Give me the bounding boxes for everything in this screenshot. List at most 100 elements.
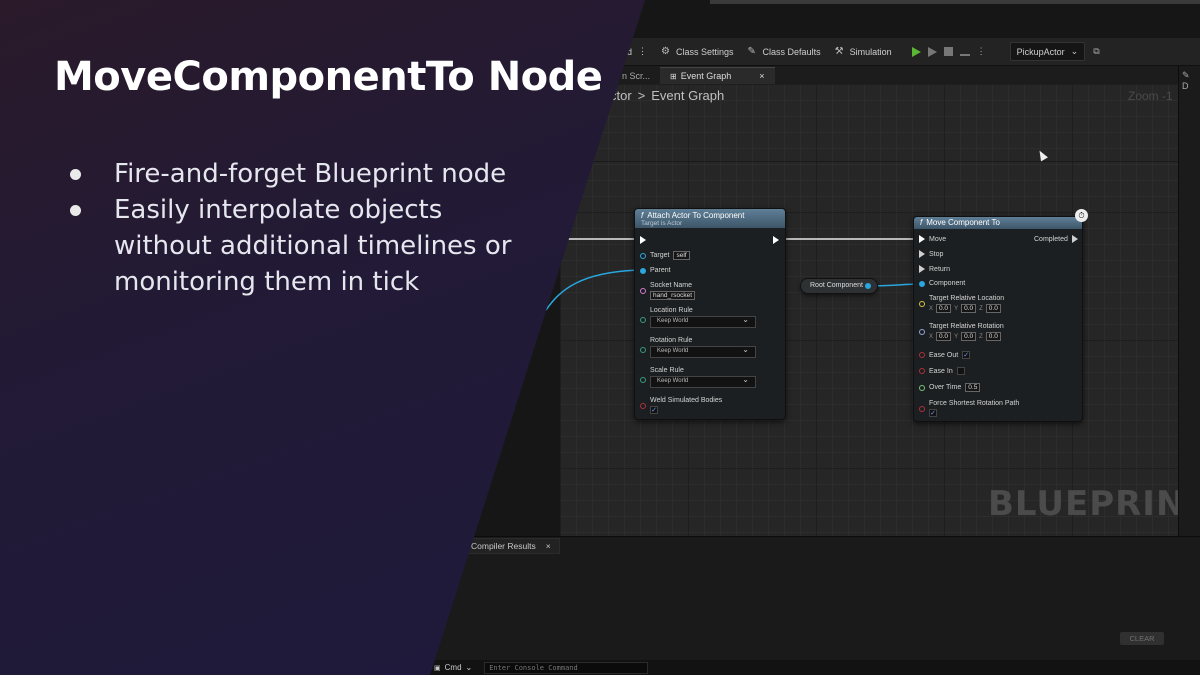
location-pin[interactable] (919, 301, 925, 307)
step-icon[interactable] (927, 46, 937, 57)
attach-actor-node[interactable]: f Attach Actor To Component Target is Act… (634, 208, 786, 420)
attach-node-title: Attach Actor To Component (647, 211, 745, 220)
over-time-label: Over Time (929, 384, 962, 391)
over-time-pin[interactable] (919, 384, 925, 391)
ease-out-checkbox[interactable]: ✓ (962, 351, 971, 359)
tab-construction-script[interactable]: n Scr... (612, 68, 660, 84)
return-label: Return (929, 265, 951, 273)
location-rule-dropdown[interactable]: Keep World (650, 315, 756, 328)
ease-out-pin[interactable] (919, 352, 925, 358)
toolbar-partial-item[interactable]: ed ⋮ (622, 46, 647, 57)
force-shortest-label: Force Shortest Rotation Path (929, 400, 1020, 407)
socket-value[interactable]: hand_rsocket (650, 291, 696, 300)
simulation-label: Simulation (849, 46, 892, 57)
component-pin[interactable] (919, 280, 925, 287)
y-axis-label: Y (954, 333, 959, 340)
play-options-icon[interactable]: ⋮ (977, 46, 986, 57)
compiler-results-panel (430, 536, 1200, 660)
x-axis-label: X (929, 333, 934, 340)
breadcrumb-separator: > (637, 88, 646, 103)
exec-in-pin[interactable] (640, 236, 646, 244)
chevron-down-icon: ⌄ (1070, 46, 1079, 56)
force-shortest-checkbox[interactable]: ✓ (929, 409, 937, 417)
class-settings-button[interactable]: ⚙ Class Settings (661, 46, 734, 57)
console-bar: ▣ Cmd ⌄ (430, 660, 1200, 675)
move-component-node[interactable]: f Move Component To Move Completed Stop R… (913, 216, 1083, 422)
stop-exec-pin[interactable] (919, 250, 925, 258)
gear-icon: ⚙ (661, 46, 670, 57)
rotation-rule-dropdown[interactable]: Keep World (650, 345, 756, 358)
socket-pin[interactable] (640, 288, 646, 294)
debug-actor-select[interactable]: PickupActor ⌄ (1009, 42, 1086, 61)
console-command-input[interactable] (484, 661, 649, 674)
scale-rule-pin[interactable] (640, 377, 646, 383)
rot-z-field[interactable]: 0.0 (985, 332, 1001, 341)
class-defaults-button[interactable]: ✎ Class Defaults (748, 46, 821, 57)
tab-construction-label: n Scr... (622, 71, 651, 81)
browse-icon[interactable]: ⧉ (1093, 46, 1099, 57)
force-shortest-pin[interactable] (919, 406, 925, 412)
rotation-rule-pin[interactable] (640, 347, 646, 353)
attach-node-subtitle: Target is Actor (641, 220, 683, 227)
z-axis-label: Z (979, 333, 983, 340)
more-icon[interactable]: ⋮ (638, 46, 647, 57)
location-rule-pin[interactable] (640, 317, 646, 323)
weld-pin[interactable] (640, 403, 646, 409)
tab-event-graph[interactable]: ⊞ Event Graph × (660, 67, 775, 84)
class-defaults-label: Class Defaults (762, 46, 821, 57)
socket-label: Socket Name (650, 282, 693, 289)
move-node-title: Move Component To (926, 218, 1000, 227)
tab-event-graph-label: Event Graph (680, 71, 732, 81)
exec-out-pin[interactable] (773, 236, 779, 244)
over-time-field[interactable]: 0.5 (965, 383, 981, 392)
rot-y-field[interactable]: 0.0 (961, 332, 977, 341)
weld-checkbox[interactable]: ✓ (650, 406, 658, 414)
zoom-level: Zoom -1 (1128, 89, 1173, 103)
debug-actor-value: PickupActor (1016, 46, 1065, 57)
tab-compiler-results[interactable]: Compiler Results × (462, 538, 560, 554)
y-axis-label: Y (954, 305, 959, 312)
clear-button[interactable]: CLEAR (1120, 632, 1164, 645)
return-exec-pin[interactable] (919, 265, 925, 273)
target-pin[interactable] (640, 252, 646, 259)
rot-x-field[interactable]: 0.0 (936, 332, 952, 341)
close-compiler-tab-icon[interactable]: × (546, 541, 551, 551)
target-value: self (673, 251, 690, 260)
z-axis-label: Z (979, 305, 983, 312)
cmd-label: Cmd (444, 663, 462, 672)
eject-icon[interactable] (959, 48, 970, 56)
details-panel-edge[interactable]: ✎ D (1178, 66, 1200, 536)
loc-y-field[interactable]: 0.0 (961, 304, 977, 313)
loc-z-field[interactable]: 0.0 (985, 304, 1001, 313)
root-component-node[interactable]: Root Component (800, 278, 878, 294)
move-exec-pin[interactable] (919, 235, 925, 243)
completed-label: Completed (1034, 235, 1068, 243)
root-component-out-pin[interactable] (865, 283, 871, 289)
blueprint-editor: ed ⋮ ⚙ Class Settings ✎ Class Defaults ⚒… (0, 0, 1200, 675)
loc-x-field[interactable]: 0.0 (936, 304, 952, 313)
close-tab-icon[interactable]: × (759, 71, 764, 81)
function-icon: f (641, 211, 644, 220)
scale-rule-dropdown[interactable]: Keep World (650, 375, 756, 388)
chevron-down-icon: ⌄ (465, 663, 473, 672)
completed-exec-pin[interactable] (1071, 235, 1078, 243)
top-strip (710, 0, 1200, 4)
details-tab-partial: D (1182, 81, 1189, 91)
parent-label: Parent (650, 267, 671, 274)
graph-tab-bar: n Scr... ⊞ Event Graph × (560, 66, 1200, 84)
component-label: Component (929, 280, 966, 287)
blueprint-watermark: BLUEPRINT (988, 484, 1200, 524)
ease-out-label: Ease Out (929, 351, 959, 359)
breadcrumb-parent[interactable]: ctor (610, 88, 632, 103)
graph-divider (560, 161, 1178, 162)
rotation-pin[interactable] (919, 329, 925, 335)
simulation-button[interactable]: ⚒ Simulation (835, 46, 892, 57)
parent-pin[interactable] (640, 267, 646, 274)
play-icon[interactable] (911, 46, 921, 57)
class-settings-label: Class Settings (676, 46, 734, 57)
ease-in-checkbox[interactable] (956, 367, 965, 375)
stop-icon[interactable] (943, 47, 953, 56)
rotation-rule-label: Rotation Rule (650, 337, 693, 344)
cmd-selector[interactable]: ▣ Cmd ⌄ (434, 663, 472, 672)
ease-in-pin[interactable] (919, 368, 925, 374)
